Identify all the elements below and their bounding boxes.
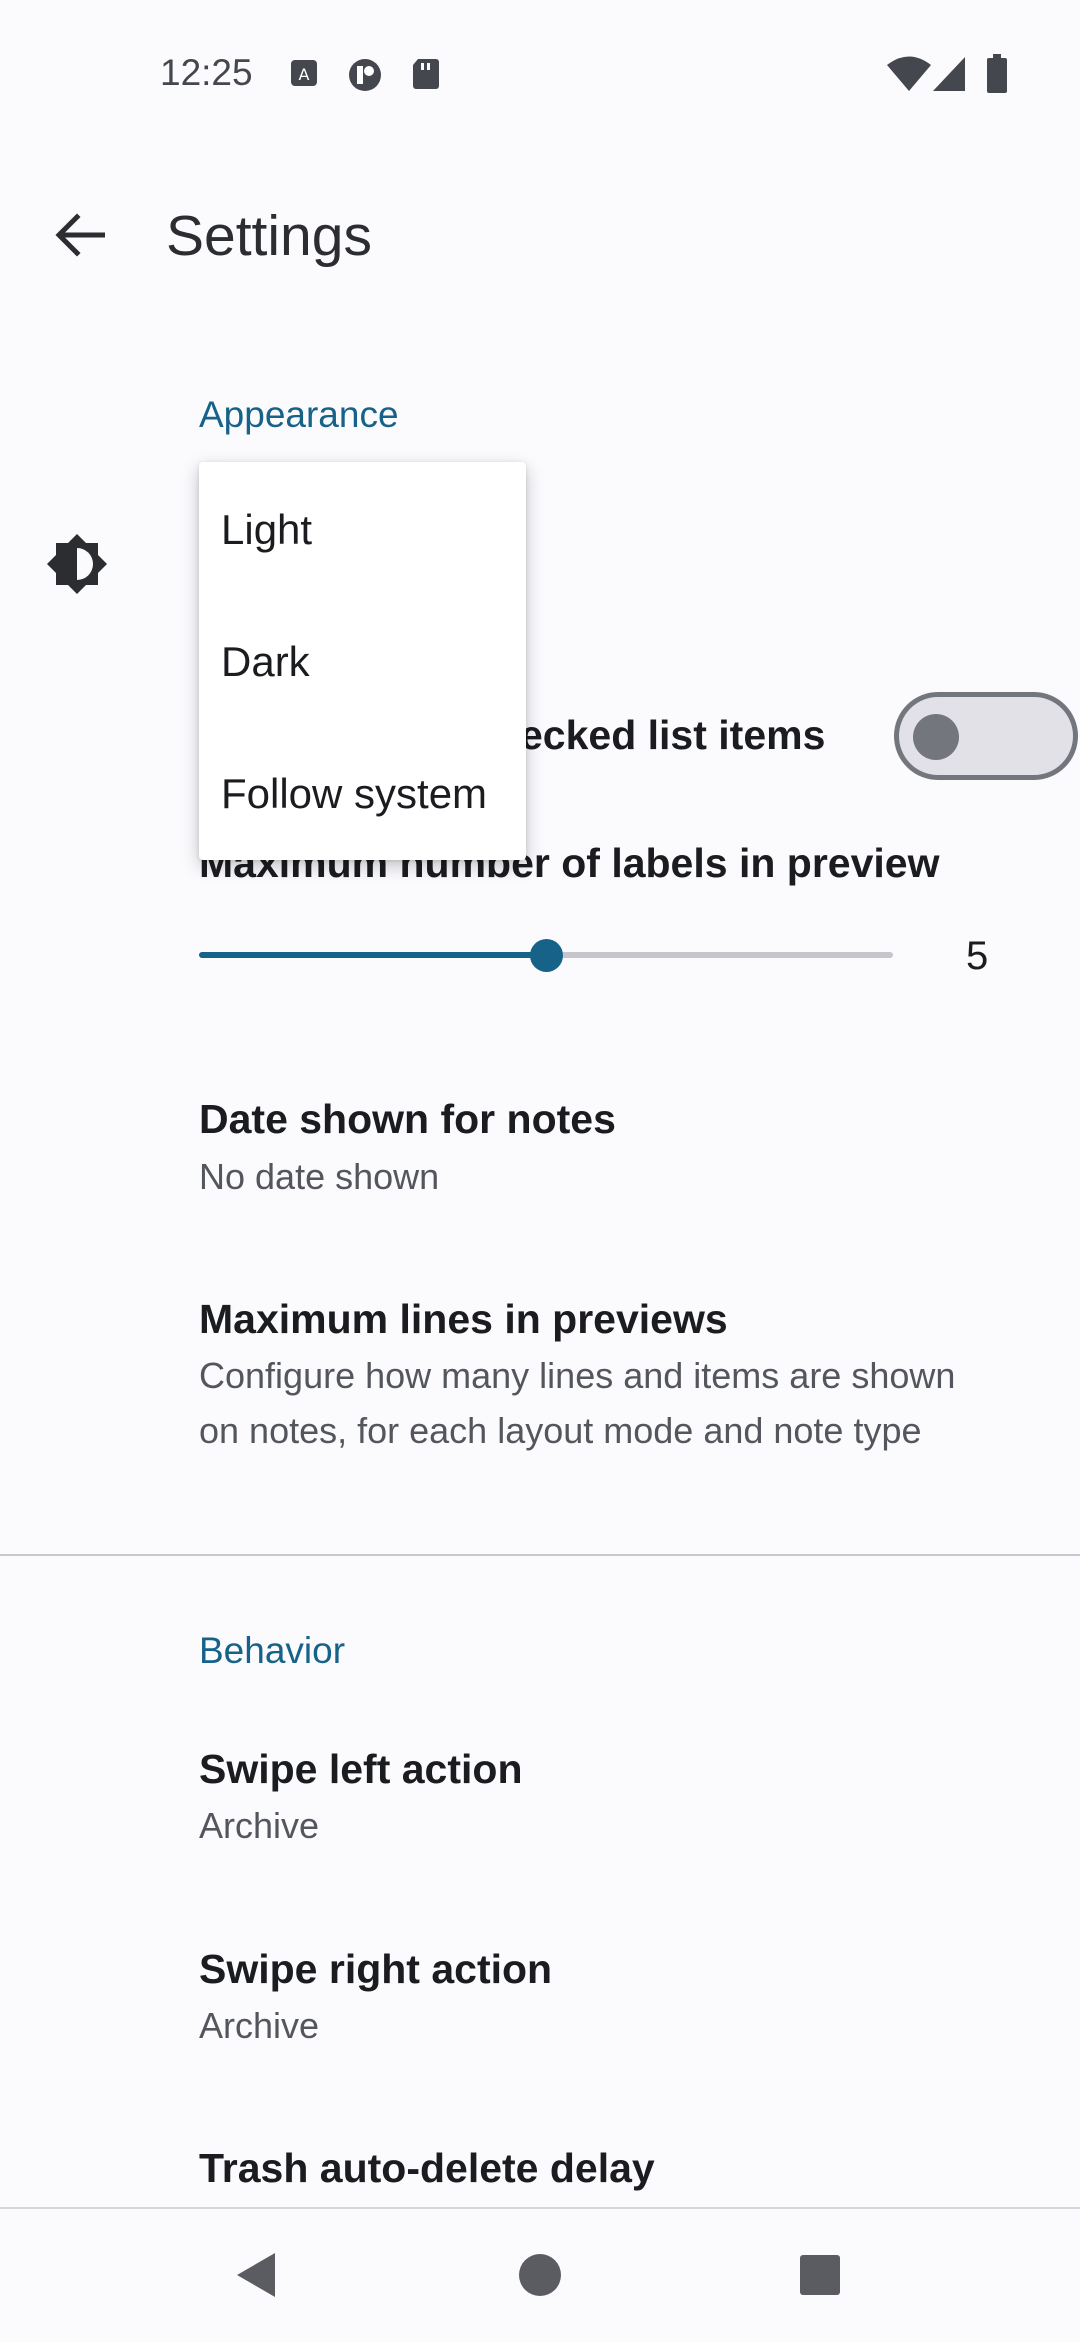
swipe-right-title[interactable]: Swipe right action [199,1946,552,1993]
date-shown-title[interactable]: Date shown for notes [199,1096,616,1143]
nav-back-button[interactable] [226,2245,286,2305]
menu-item-follow-system[interactable]: Follow system [221,770,487,818]
swipe-left-summary: Archive [199,1805,320,1846]
slider-inactive-track[interactable] [546,952,893,958]
battery-icon [986,54,1008,99]
status-time: 12:25 [160,52,253,93]
menu-item-dark[interactable]: Dark [221,638,310,686]
theme-dropdown-menu: Light Dark Follow system [199,462,526,860]
max-lines-summary: Configure how many lines and items are s… [199,1355,956,1451]
triangle-back-icon [237,2253,275,2297]
square-recents-icon [800,2255,840,2295]
app-notification-icon [348,58,381,91]
signal-icon [932,56,966,97]
nav-recents-button[interactable] [790,2245,850,2305]
back-button[interactable] [40,200,120,270]
page-title: Settings [166,204,372,268]
section-header-behavior: Behavior [199,1630,346,1671]
trash-delay-title[interactable]: Trash auto-delete delay [199,2145,655,2192]
date-shown-summary: No date shown [199,1156,440,1197]
swipe-right-summary: Archive [199,2005,320,2046]
wifi-icon [886,56,932,97]
switch-thumb [913,714,959,760]
slider-active-track[interactable] [199,952,546,958]
swipe-left-title[interactable]: Swipe left action [199,1746,523,1793]
section-divider [0,1554,1080,1556]
menu-item-light[interactable]: Light [221,506,312,554]
labels-preview-value: 5 [966,934,989,978]
arrow-back-icon [55,213,105,257]
labels-preview-slider-thumb[interactable] [530,939,563,972]
section-header-appearance: Appearance [199,394,399,435]
checked-items-title[interactable]: ecked list items [520,712,825,759]
theme-icon[interactable] [45,532,109,601]
accessibility-notification-icon: A [289,58,319,88]
max-lines-title[interactable]: Maximum lines in previews [199,1296,728,1343]
system-navigation-bar [0,2207,1080,2342]
nav-home-button[interactable] [510,2245,570,2305]
svg-text:A: A [299,65,310,84]
checked-items-switch[interactable] [894,692,1078,780]
sd-card-icon [412,58,442,89]
circle-home-icon [519,2254,561,2296]
